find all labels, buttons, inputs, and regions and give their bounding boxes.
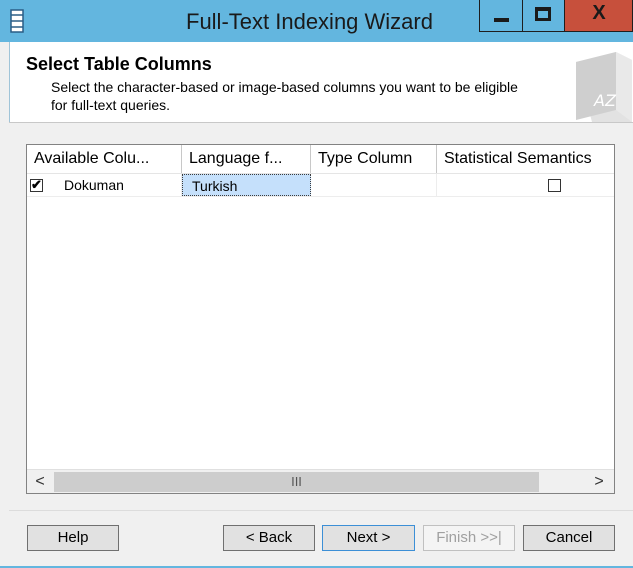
- scroll-thumb[interactable]: III: [54, 472, 539, 492]
- cancel-button[interactable]: Cancel: [523, 525, 615, 551]
- scroll-left-icon[interactable]: <: [28, 470, 52, 493]
- checkmark-icon: ✔: [31, 177, 42, 192]
- available-column-cell: ✔ Dokuman: [27, 174, 182, 196]
- page-title: Select Table Columns: [26, 54, 212, 74]
- back-button[interactable]: < Back: [223, 525, 315, 551]
- horizontal-scrollbar[interactable]: < III >: [27, 469, 614, 493]
- app-icon: [10, 9, 24, 33]
- footer-divider: [9, 510, 633, 511]
- table-row[interactable]: ✔ Dokuman Turkish: [27, 174, 614, 197]
- minimize-button[interactable]: [479, 0, 523, 32]
- wizard-window: Full-Text Indexing Wizard X Select Table…: [0, 0, 633, 568]
- include-column-checkbox[interactable]: ✔: [30, 177, 43, 192]
- statistical-semantics-checkbox[interactable]: [548, 179, 561, 192]
- maximize-icon: [535, 7, 551, 21]
- column-header-available[interactable]: Available Colu...: [27, 145, 182, 173]
- minimize-icon: [494, 18, 509, 22]
- column-header-statistical-semantics[interactable]: Statistical Semantics: [437, 145, 614, 173]
- title-bar[interactable]: Full-Text Indexing Wizard X: [0, 0, 633, 42]
- finish-button[interactable]: Finish >>|: [423, 525, 515, 551]
- close-icon: X: [592, 2, 606, 24]
- type-column-cell[interactable]: [311, 174, 437, 196]
- grid-header: Available Colu... Language f... Type Col…: [27, 145, 614, 174]
- close-button[interactable]: X: [565, 0, 633, 32]
- column-header-language[interactable]: Language f...: [182, 145, 311, 173]
- book-icon: AZ: [576, 52, 632, 122]
- scroll-right-icon[interactable]: >: [587, 470, 611, 493]
- book-icon-text: AZ: [593, 91, 617, 110]
- wizard-header: Select Table Columns Select the characte…: [9, 42, 633, 122]
- statistical-semantics-cell: [437, 174, 614, 196]
- next-button[interactable]: Next >: [322, 525, 415, 551]
- header-divider: [9, 122, 633, 123]
- window-title: Full-Text Indexing Wizard: [186, 9, 433, 34]
- columns-grid[interactable]: Available Colu... Language f... Type Col…: [26, 144, 615, 494]
- column-header-type[interactable]: Type Column: [311, 145, 437, 173]
- maximize-button[interactable]: [523, 0, 565, 32]
- page-description: Select the character-based or image-base…: [51, 79, 518, 113]
- column-name: Dokuman: [64, 177, 124, 193]
- language-cell[interactable]: Turkish: [182, 174, 311, 196]
- help-button[interactable]: Help: [27, 525, 119, 551]
